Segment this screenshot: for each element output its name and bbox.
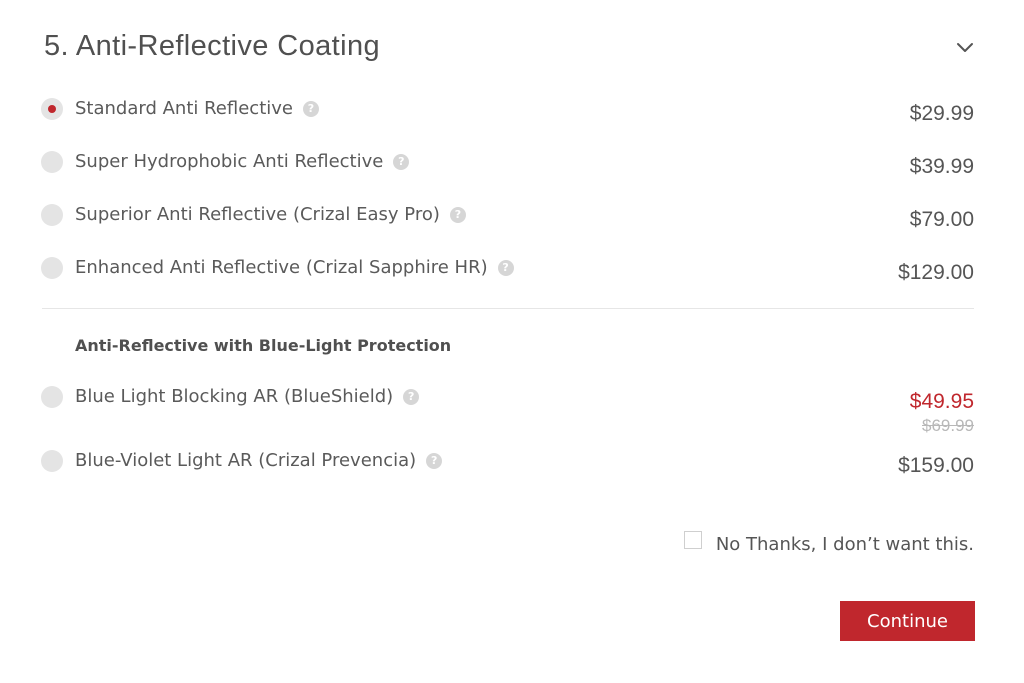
option-label: Standard Anti Reflective [75, 98, 293, 119]
option-label: Blue-Violet Light AR (Crizal Prevencia) [75, 450, 417, 471]
help-icon[interactable]: ? [393, 153, 410, 170]
option-price: $39.99 [909, 155, 974, 178]
help-icon[interactable]: ? [449, 206, 466, 223]
chevron-down-icon[interactable] [956, 40, 974, 54]
no-thanks-option[interactable]: No Thanks, I don’t want this. [683, 531, 974, 557]
option-enhanced-crizal-sapphire-hr[interactable]: Enhanced Anti Reflective (Crizal Sapphir… [41, 255, 974, 287]
help-icon[interactable]: ? [497, 259, 514, 276]
help-icon[interactable]: ? [426, 452, 443, 469]
option-price: $159.00 [898, 454, 974, 477]
option-label: Super Hydrophobic Anti Reflective [75, 151, 384, 172]
help-icon[interactable]: ? [403, 388, 420, 405]
option-price: $79.00 [909, 208, 974, 231]
radio-button[interactable] [41, 98, 63, 120]
section-header[interactable]: 5. Anti-Reflective Coating [44, 28, 974, 72]
blue-light-heading: Anti-Reflective with Blue-Light Protecti… [75, 336, 452, 355]
option-label: Superior Anti Reflective (Crizal Easy Pr… [75, 204, 440, 225]
option-label: Blue Light Blocking AR (BlueShield) [75, 386, 394, 407]
no-thanks-checkbox[interactable] [683, 531, 702, 549]
option-crizal-prevencia[interactable]: Blue-Violet Light AR (Crizal Prevencia) … [41, 448, 974, 480]
option-blueshield[interactable]: Blue Light Blocking AR (BlueShield) ? $4… [41, 384, 974, 435]
continue-button[interactable]: Continue [840, 601, 975, 641]
radio-button[interactable] [41, 151, 63, 173]
radio-button[interactable] [41, 204, 63, 226]
radio-button[interactable] [41, 386, 63, 408]
option-standard-anti-reflective[interactable]: Standard Anti Reflective ? $29.99 [41, 96, 974, 128]
original-price: $69.99 [922, 416, 974, 435]
sale-price: $49.95 [909, 390, 974, 413]
section-title: 5. Anti-Reflective Coating [44, 30, 381, 62]
radio-button[interactable] [41, 257, 63, 279]
option-superior-crizal-easy-pro[interactable]: Superior Anti Reflective (Crizal Easy Pr… [41, 202, 974, 234]
option-label: Enhanced Anti Reflective (Crizal Sapphir… [75, 257, 488, 278]
radio-button[interactable] [41, 450, 63, 472]
option-price: $29.99 [909, 102, 974, 125]
no-thanks-label: No Thanks, I don’t want this. [715, 533, 974, 555]
help-icon[interactable]: ? [302, 100, 319, 117]
section-divider [42, 308, 974, 309]
option-super-hydrophobic[interactable]: Super Hydrophobic Anti Reflective ? $39.… [41, 149, 974, 181]
option-price: $129.00 [898, 261, 974, 284]
